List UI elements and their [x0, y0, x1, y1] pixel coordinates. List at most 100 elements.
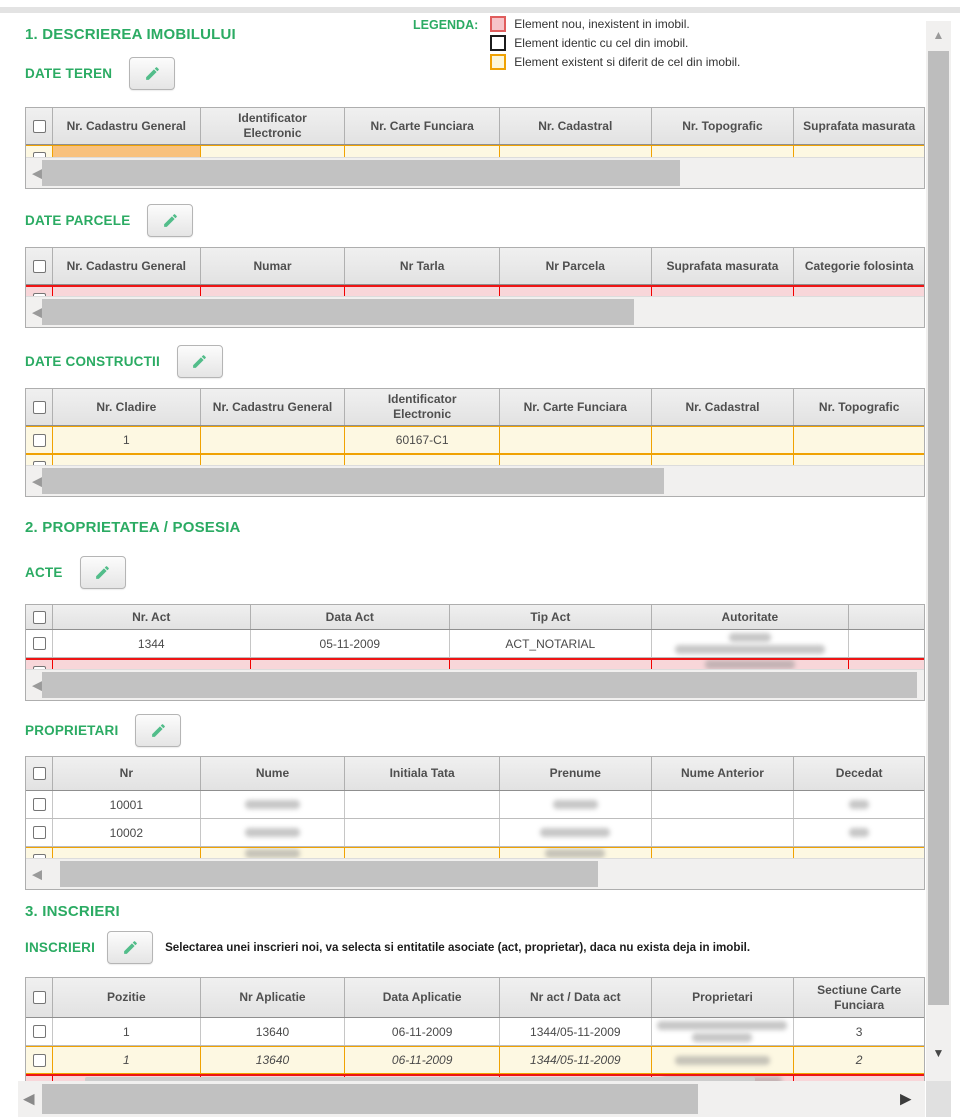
row-checkbox[interactable] — [33, 637, 46, 650]
scroll-left-icon[interactable]: ◀ — [32, 679, 42, 692]
table-row[interactable] — [26, 847, 924, 858]
redacted-text — [245, 828, 300, 837]
row-checkbox[interactable] — [33, 1054, 46, 1067]
scroll-left-icon[interactable]: ◀ — [32, 868, 42, 881]
column-header: Data Aplicatie — [345, 978, 500, 1017]
row-checkbox[interactable] — [33, 798, 46, 811]
edit-inscrieri-button[interactable] — [107, 931, 153, 964]
scroll-left-icon[interactable]: ◀ — [32, 167, 42, 180]
table-title-date-teren: DATE TEREN — [25, 66, 112, 81]
redacted-text — [540, 828, 610, 837]
page-v-scroll-thumb[interactable] — [928, 51, 949, 1005]
cell — [849, 630, 924, 657]
table-horizontal-scrollbar[interactable]: ◀ — [26, 465, 924, 496]
select-all-checkbox[interactable] — [33, 767, 46, 780]
row-checkbox-cell — [26, 455, 53, 465]
cell — [652, 146, 795, 157]
table-horizontal-scrollbar[interactable]: ◀ — [26, 669, 924, 700]
scroll-thumb[interactable] — [42, 672, 917, 698]
cell — [652, 819, 795, 846]
table-horizontal-scrollbar[interactable]: ◀ — [26, 296, 924, 327]
table-row[interactable]: 10001 — [26, 791, 924, 819]
table-row[interactable] — [26, 145, 924, 157]
row-checkbox[interactable] — [33, 1025, 46, 1038]
legend-item-new: Element nou, inexistent in imobil. — [490, 16, 740, 32]
select-all-checkbox[interactable] — [33, 260, 46, 273]
edit-date-parcele-button[interactable] — [147, 204, 193, 237]
row-checkbox[interactable] — [33, 826, 46, 839]
edit-acte-button[interactable] — [80, 556, 126, 589]
page-scroll-left-icon[interactable]: ◀ — [23, 1092, 35, 1107]
cell — [53, 848, 201, 858]
table-row[interactable]: 10002 — [26, 819, 924, 847]
table-row[interactable] — [26, 285, 924, 296]
page-vertical-scrollbar[interactable]: ▲ ▼ — [926, 21, 951, 1081]
select-all-checkbox[interactable] — [33, 991, 46, 1004]
column-header: Nume — [201, 757, 346, 790]
edit-date-teren-button[interactable] — [129, 57, 175, 90]
inscrieri-table: PozitieNr AplicatieData AplicatieNr act … — [25, 977, 925, 1085]
column-header: Nr act / Data act — [500, 978, 652, 1017]
cell — [794, 819, 924, 846]
redacted-text — [692, 1033, 752, 1042]
page-scroll-right-icon[interactable]: ▶ — [900, 1092, 912, 1107]
table-row[interactable]: 11364006-11-20091344/05-11-20093 — [26, 1018, 924, 1046]
edit-proprietari-button[interactable] — [135, 714, 181, 747]
scroll-thumb[interactable] — [42, 160, 680, 186]
page-horizontal-scrollbar[interactable]: ◀ ▶ — [18, 1081, 925, 1117]
table-row[interactable]: 1 60167-C1 — [26, 426, 924, 454]
cell — [652, 1018, 795, 1045]
cell — [500, 427, 652, 453]
cell — [500, 819, 652, 846]
edit-date-constructii-button[interactable] — [177, 345, 223, 378]
cell: 1 — [53, 427, 201, 453]
page-scroll-down-icon[interactable]: ▼ — [933, 1047, 945, 1059]
scroll-thumb[interactable] — [42, 299, 634, 325]
select-all-checkbox[interactable] — [33, 401, 46, 414]
select-all-checkbox[interactable] — [33, 611, 46, 624]
table-row[interactable]: 11364006-11-20091344/05-11-20092 — [26, 1046, 924, 1074]
cell — [201, 427, 346, 453]
cell — [201, 848, 346, 858]
legend-swatch-identical — [490, 35, 506, 51]
redacted-text — [729, 633, 771, 642]
cell: 1344/05-11-2009 — [500, 1018, 652, 1045]
cell — [53, 455, 201, 465]
scroll-thumb[interactable] — [42, 468, 664, 494]
header-checkbox-cell — [26, 605, 53, 629]
scroll-left-icon[interactable]: ◀ — [32, 475, 42, 488]
column-header: Nr Tarla — [345, 248, 500, 284]
column-header: Autoritate — [652, 605, 850, 629]
cell — [794, 791, 924, 818]
column-header: Initiala Tata — [345, 757, 500, 790]
legend-item-identical: Element identic cu cel din imobil. — [490, 35, 740, 51]
row-checkbox[interactable] — [33, 434, 46, 447]
table-row[interactable] — [26, 658, 924, 669]
acte-table: Nr. ActData ActTip ActAutoritate134405-1… — [25, 604, 925, 701]
cell — [450, 660, 652, 669]
table-row[interactable]: 134405-11-2009ACT_NOTARIAL — [26, 630, 924, 658]
legend-swatch-different — [490, 54, 506, 70]
column-header: Pozitie — [53, 978, 201, 1017]
header-checkbox-cell — [26, 389, 53, 425]
table-horizontal-scrollbar[interactable]: ◀ — [26, 858, 924, 889]
row-checkbox-cell — [26, 146, 53, 157]
table-horizontal-scrollbar[interactable]: ◀ — [26, 157, 924, 188]
date-parcele-table: Nr. Cadastru GeneralNumarNr TarlaNr Parc… — [25, 247, 925, 328]
column-header — [849, 605, 924, 629]
cell — [201, 287, 346, 296]
page-scroll-up-icon[interactable]: ▲ — [933, 29, 945, 41]
table-row[interactable] — [26, 454, 924, 465]
cell: 60167-C1 — [345, 427, 500, 453]
cell — [652, 427, 795, 453]
scroll-thumb[interactable] — [60, 861, 598, 887]
scroll-left-icon[interactable]: ◀ — [32, 306, 42, 319]
section-title-inscrieri: 3. INSCRIERI — [25, 903, 120, 920]
legend: LEGENDA: Element nou, inexistent in imob… — [413, 16, 740, 70]
cell — [345, 287, 500, 296]
redacted-text — [675, 645, 825, 654]
select-all-checkbox[interactable] — [33, 120, 46, 133]
row-checkbox-cell — [26, 427, 53, 453]
page-h-scroll-thumb[interactable] — [42, 1084, 698, 1114]
pencil-icon — [144, 65, 161, 82]
